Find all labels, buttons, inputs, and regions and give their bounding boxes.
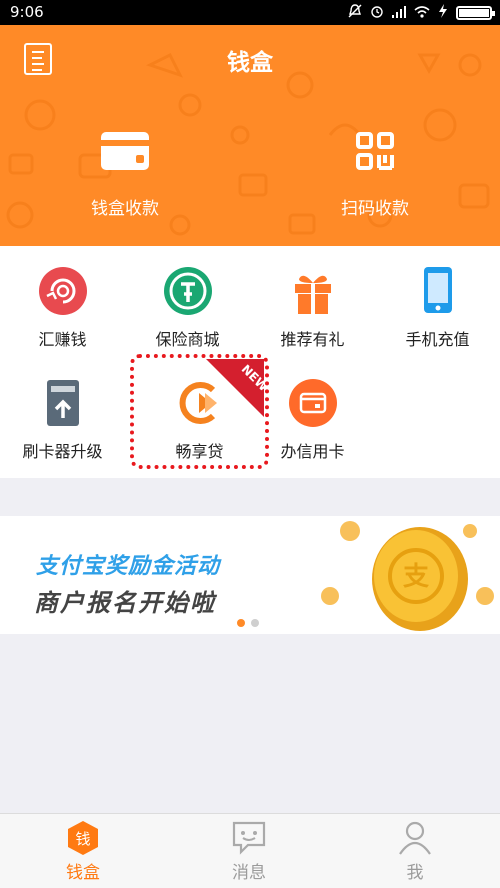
banner-subtitle: 商户报名开始啦 <box>34 589 216 617</box>
pager-dot-active[interactable] <box>237 619 245 627</box>
service-label: 手机充值 <box>405 330 470 349</box>
service-referral-gift[interactable]: 推荐有礼 <box>250 266 375 350</box>
service-label: 汇赚钱 <box>38 330 87 349</box>
earn-money-icon <box>38 266 88 316</box>
wallet-receive-button[interactable]: 钱盒收款 <box>45 131 205 219</box>
card-reader-upgrade-icon <box>38 378 88 428</box>
mute-icon <box>348 4 362 22</box>
credit-card-icon <box>288 378 338 428</box>
wallet-receive-label: 钱盒收款 <box>91 199 159 219</box>
service-earn-money[interactable]: 汇赚钱 <box>0 266 125 350</box>
mobile-phone-icon <box>413 266 463 316</box>
services-grid: 汇赚钱 保险商城 推荐有礼 手机充值 刷卡器升级 畅享贷 办信用卡 NEW <box>0 246 500 478</box>
coin-glyph: 支 <box>403 562 429 592</box>
status-time: 9:06 <box>10 3 44 21</box>
battery-icon <box>456 6 495 20</box>
signal-icon <box>392 4 406 22</box>
status-bar: 9:06 <box>0 0 500 25</box>
service-label: 办信用卡 <box>280 442 345 461</box>
banner-title: 支付宝奖励金活动 <box>36 554 221 579</box>
screen: 9:06 钱盒 钱盒收款 扫码收款 汇赚钱 保险商城 推荐有礼 手机充值 刷卡器… <box>0 0 500 888</box>
tab-label: 钱盒 <box>66 863 100 883</box>
page-title: 钱盒 <box>227 50 273 76</box>
gift-icon <box>288 266 338 316</box>
service-insurance-mall[interactable]: 保险商城 <box>125 266 250 350</box>
tab-messages[interactable]: 消息 <box>166 820 332 883</box>
service-label: 刷卡器升级 <box>22 442 103 461</box>
tab-me[interactable]: 我 <box>332 820 498 883</box>
new-badge: NEW <box>206 359 264 417</box>
header: 钱盒 钱盒收款 扫码收款 <box>0 25 500 246</box>
qr-code-icon <box>295 131 455 176</box>
service-label: 保险商城 <box>155 330 220 349</box>
tab-label: 我 <box>406 863 424 883</box>
scan-receive-button[interactable]: 扫码收款 <box>295 131 455 219</box>
card-icon <box>45 131 205 176</box>
pager-dot[interactable] <box>251 619 259 627</box>
wifi-icon <box>414 4 430 22</box>
promo-banner[interactable]: 支付宝奖励金活动 商户报名开始啦 支 <box>0 516 500 634</box>
service-card-reader-upgrade[interactable]: 刷卡器升级 <box>0 378 125 462</box>
charging-icon <box>438 4 448 22</box>
message-icon <box>231 820 267 856</box>
bottom-tab-bar: 钱 钱盒 消息 我 <box>0 813 500 888</box>
banner-pager[interactable] <box>237 619 259 627</box>
insurance-shield-icon <box>163 266 213 316</box>
wallet-icon: 钱 <box>65 820 101 856</box>
status-icons <box>348 4 495 22</box>
profile-icon <box>397 820 433 856</box>
scan-receive-label: 扫码收款 <box>341 199 409 219</box>
wallet-icon-glyph: 钱 <box>75 830 90 848</box>
tab-wallet[interactable]: 钱 钱盒 <box>0 820 166 883</box>
alarm-icon <box>370 4 384 22</box>
service-mobile-recharge[interactable]: 手机充值 <box>375 266 500 350</box>
tab-label: 消息 <box>232 863 266 883</box>
coin-illustration: 支 <box>321 521 494 631</box>
service-label: 推荐有礼 <box>280 330 345 349</box>
